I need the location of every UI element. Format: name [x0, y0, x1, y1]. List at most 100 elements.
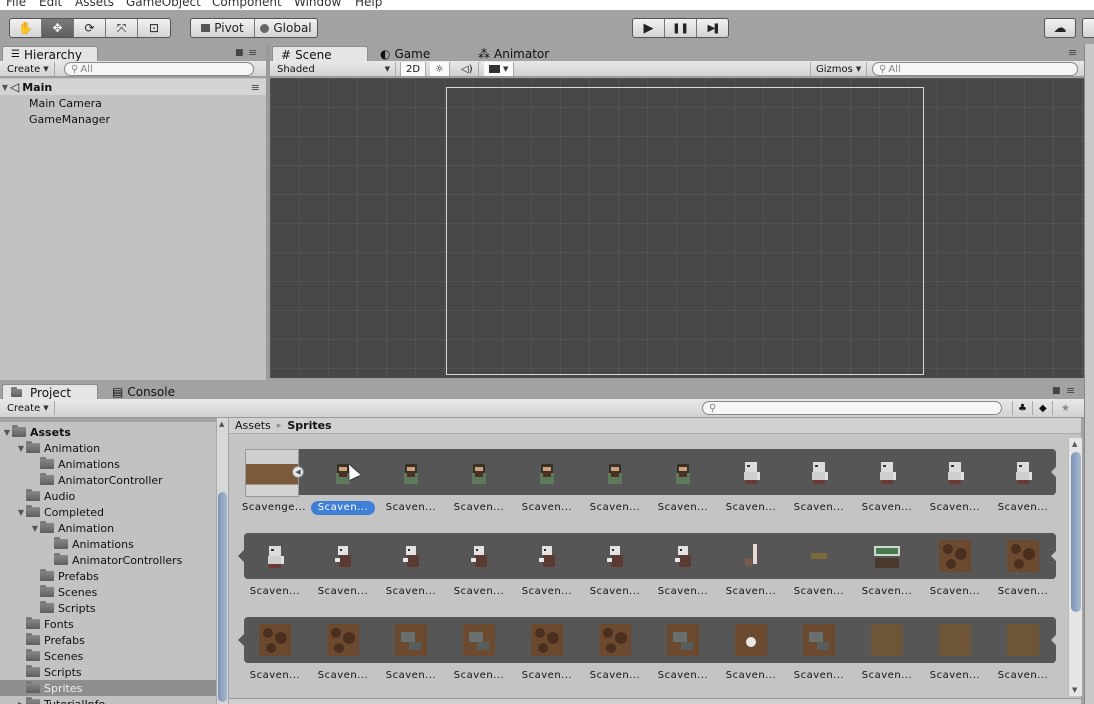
sprite-label[interactable]: Scaven...: [514, 501, 580, 515]
sprite-label[interactable]: Scaven...: [242, 669, 308, 683]
sprite-thumbnail-zombie[interactable]: [939, 456, 971, 488]
sprite-label[interactable]: Scaven...: [310, 669, 376, 683]
panel-menu-icon[interactable]: ≡: [248, 46, 257, 59]
cloud-button[interactable]: ☁: [1045, 19, 1075, 37]
folder-tree-item[interactable]: Scripts: [0, 664, 216, 680]
sprite-label[interactable]: Scaven...: [718, 501, 784, 515]
folder-tree-item[interactable]: ▼ Animation: [0, 520, 216, 536]
hierarchy-create-dropdown[interactable]: Create ▼: [2, 62, 55, 76]
sprite-thumbnail-rock[interactable]: [803, 624, 835, 656]
sprite-label[interactable]: Scaven...: [446, 501, 512, 515]
scrollbar-thumb[interactable]: [218, 492, 227, 702]
folder-tree-item[interactable]: Prefabs: [0, 632, 216, 648]
project-search-input[interactable]: ⚲: [702, 401, 1002, 415]
2d-toggle[interactable]: 2D: [400, 62, 427, 76]
sprite-thumbnail-floor[interactable]: [939, 624, 971, 656]
sprite-thumbnail-rock[interactable]: [667, 624, 699, 656]
menu-file[interactable]: File: [6, 0, 26, 9]
sprite-thumbnail-rock[interactable]: [395, 624, 427, 656]
sprite-thumbnail-dirt[interactable]: [259, 624, 291, 656]
menu-assets[interactable]: Assets: [75, 0, 114, 9]
move-tool-button[interactable]: ✥: [42, 19, 74, 37]
scene-menu-icon[interactable]: ≡: [251, 81, 260, 94]
sprite-label[interactable]: Scaven...: [786, 501, 852, 515]
sprite-label[interactable]: Scaven...: [446, 585, 512, 599]
expand-triangle-icon[interactable]: ▼: [2, 428, 12, 437]
sprite-label[interactable]: Scaven...: [922, 501, 988, 515]
folder-tree-item[interactable]: ▼ Assets: [0, 424, 216, 440]
sprite-thumbnail-dirt[interactable]: [531, 624, 563, 656]
sprite-thumbnail-player[interactable]: [531, 456, 563, 488]
folder-tree-item[interactable]: AnimatorController: [0, 472, 216, 488]
expand-triangle-icon[interactable]: ▼: [16, 508, 26, 517]
global-button[interactable]: Global: [255, 19, 317, 37]
sprite-label[interactable]: Scaven...: [582, 585, 648, 599]
folder-tree-item[interactable]: Animations: [0, 536, 216, 552]
panel-menu-icon[interactable]: ≡: [1068, 46, 1077, 59]
scale-tool-button[interactable]: ⤧: [106, 19, 138, 37]
sprite-thumbnail-exit[interactable]: [871, 540, 903, 572]
account-button[interactable]: [1082, 18, 1094, 38]
rect-tool-button[interactable]: ⊡: [138, 19, 170, 37]
sprite-thumbnail-dirt[interactable]: [939, 540, 971, 572]
sprite-thumbnail-player[interactable]: [599, 456, 631, 488]
sprite-thumbnail-vampire[interactable]: [531, 540, 563, 572]
sprite-thumbnail-zombie[interactable]: [735, 456, 767, 488]
sprite-thumbnail-zombie[interactable]: [1007, 456, 1039, 488]
sprite-thumbnail-vampire[interactable]: [463, 540, 495, 572]
sprite-thumbnail-floor[interactable]: [1007, 624, 1039, 656]
expand-triangle-icon[interactable]: ▼: [30, 524, 40, 533]
sprite-thumbnail-player[interactable]: [395, 456, 427, 488]
folder-tree-item[interactable]: Scenes: [0, 648, 216, 664]
folder-tree-scrollbar[interactable]: ▲: [216, 418, 228, 704]
sprite-label[interactable]: Scaven...: [378, 501, 444, 515]
sprite-thumbnail-player[interactable]: [667, 456, 699, 488]
hierarchy-search-input[interactable]: ⚲ All: [64, 62, 254, 76]
collapse-sprites-icon[interactable]: ◀: [292, 466, 304, 478]
folder-tree-item[interactable]: Animations: [0, 456, 216, 472]
sprite-thumbnail-skull[interactable]: [735, 624, 767, 656]
folder-tree-item[interactable]: Audio: [0, 488, 216, 504]
pivot-button[interactable]: Pivot: [191, 19, 255, 37]
gizmos-dropdown[interactable]: Gizmos ▼: [810, 62, 868, 76]
tab-game[interactable]: ◐ Game: [372, 46, 438, 62]
folder-tree-item[interactable]: Scenes: [0, 584, 216, 600]
sprite-label[interactable]: Scaven...: [650, 585, 716, 599]
hierarchy-item[interactable]: GameManager: [0, 111, 266, 127]
audio-toggle[interactable]: ◁): [456, 62, 479, 76]
sprite-label[interactable]: Scaven...: [854, 669, 920, 683]
sprite-label[interactable]: Scaven...: [650, 501, 716, 515]
menu-help[interactable]: Help: [355, 0, 382, 9]
sprite-label[interactable]: Scaven...: [990, 669, 1056, 683]
sprite-thumbnail-zombie[interactable]: [871, 456, 903, 488]
scroll-up-icon[interactable]: ▲: [1072, 440, 1077, 448]
folder-tree-item[interactable]: Prefabs: [0, 568, 216, 584]
favorites-button[interactable]: ★: [1056, 401, 1075, 415]
expand-triangle-icon[interactable]: ▼: [0, 83, 10, 92]
sprite-thumbnail-soda[interactable]: [735, 540, 767, 572]
sprite-label[interactable]: Scaven...: [718, 585, 784, 599]
expand-triangle-icon[interactable]: ▼: [16, 444, 26, 453]
folder-tree-item[interactable]: ▼ Animation: [0, 440, 216, 456]
menu-gameobject[interactable]: GameObject: [126, 0, 201, 9]
sprite-label[interactable]: Scaven...: [650, 669, 716, 683]
sprite-thumbnail-rock[interactable]: [463, 624, 495, 656]
sprite-label[interactable]: Scaven...: [718, 669, 784, 683]
spritesheet-thumbnail[interactable]: ◀: [245, 449, 304, 497]
folder-tree-item[interactable]: AnimatorControllers: [0, 552, 216, 568]
sprite-label[interactable]: Scaven...: [378, 669, 444, 683]
rotate-tool-button[interactable]: ⟳: [74, 19, 106, 37]
sprite-thumbnail-dirt[interactable]: [327, 624, 359, 656]
sprite-label[interactable]: Scaven...: [922, 669, 988, 683]
sprite-thumbnail-vampire[interactable]: [667, 540, 699, 572]
breadcrumb-sprites[interactable]: Sprites: [287, 419, 331, 432]
menu-component[interactable]: Component: [212, 0, 282, 9]
folder-tree-item[interactable]: Sprites: [0, 680, 216, 696]
scene-row[interactable]: ▼ ◁ Main ≡: [0, 79, 266, 95]
sprite-thumbnail-food[interactable]: [803, 540, 835, 572]
sprite-label[interactable]: Scaven...: [514, 669, 580, 683]
sprite-label[interactable]: Scaven...: [514, 585, 580, 599]
panel-splitter[interactable]: [266, 44, 270, 380]
pause-button[interactable]: ❚❚: [665, 19, 697, 37]
tab-console[interactable]: ▤ Console: [104, 384, 183, 400]
